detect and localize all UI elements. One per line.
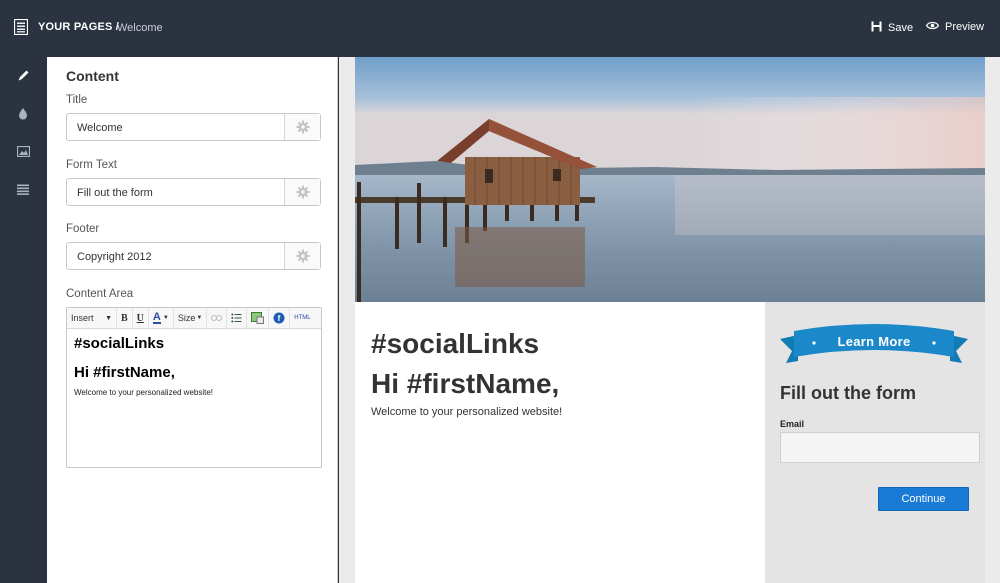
page-heading-greeting: Hi #firstName, [371,368,560,399]
breadcrumb-current: Welcome [117,22,163,34]
email-label: Email [780,419,805,429]
eye-icon [925,21,940,33]
facebook-icon[interactable]: f [269,307,291,329]
editor-content[interactable]: #socialLinks Hi #firstName, Welcome to y… [74,334,213,397]
content-panel: Content Title Welcome Form Text Fill out… [47,57,338,583]
floppy-icon [871,21,882,35]
font-color-button[interactable]: A ▼ [149,307,174,329]
form-text-value: Fill out the form [77,187,153,199]
bold-button[interactable]: B [117,307,133,329]
page-heading-social: #socialLinks [371,328,540,359]
save-label: Save [888,22,914,34]
title-label: Title [66,94,88,106]
form-text-field[interactable]: Fill out the form [66,178,321,206]
gear-icon[interactable] [284,179,320,205]
html-button[interactable]: HTML [290,308,314,329]
title-value: Welcome [77,122,123,134]
footer-label: Footer [66,223,100,235]
pencil-icon[interactable] [14,66,32,84]
bullet-list-icon[interactable] [227,307,248,329]
image-icon[interactable] [14,142,32,160]
content-area-label: Content Area [66,288,134,300]
caret-down-icon: ▼ [162,315,169,321]
size-label: Size [177,313,196,323]
list-icon[interactable] [14,180,32,198]
editor-line-social: #socialLinks [74,335,165,352]
sidebar-rail [0,57,47,583]
droplet-icon[interactable] [14,104,32,122]
insert-dropdown[interactable]: Insert ▼ [67,307,117,329]
gear-icon[interactable] [284,243,320,269]
underline-button[interactable]: U [133,307,149,329]
hero-image [355,57,985,302]
form-text-label: Form Text [66,159,117,171]
editor-line-welcome: Welcome to your personalized website! [74,388,214,397]
save-button[interactable]: Save [871,21,913,35]
preview-label: Preview [945,21,985,33]
page-preview: #socialLinks Hi #firstName, Welcome to y… [339,57,1000,583]
email-input[interactable] [780,432,980,463]
link-icon[interactable] [207,307,228,329]
form-title: Fill out the form [780,383,916,403]
page-body-text: Welcome to your personalized website! [371,406,563,418]
gear-icon[interactable] [284,114,320,140]
title-field[interactable]: Welcome [66,113,321,141]
page-main-content: #socialLinks Hi #firstName, Welcome to y… [355,302,765,583]
insert-image-icon[interactable] [247,307,270,329]
pages-icon[interactable] [13,18,29,36]
panel-heading: Content [66,68,119,84]
ribbon-label: Learn More [837,334,911,349]
caret-down-icon: ▼ [196,315,203,321]
font-color-label: A [152,311,161,324]
svg-text:f: f [278,314,281,323]
breadcrumb-root[interactable]: YOUR PAGES / [38,21,119,33]
footer-value: Copyright 2012 [77,251,152,263]
preview-button[interactable]: Preview [925,21,985,33]
caret-down-icon: ▼ [105,314,112,322]
size-dropdown[interactable]: Size ▼ [174,307,208,329]
rich-text-editor[interactable]: Insert ▼ B U A ▼ Size ▼ f HTML #socialLi… [66,307,322,468]
page-form-sidebar: Learn More Fill out the form Email Conti… [765,302,985,583]
learn-more-ribbon[interactable]: Learn More [780,319,968,374]
top-bar: YOUR PAGES / Welcome Save Preview [0,0,1000,57]
continue-button[interactable]: Continue [878,487,969,511]
editor-line-greeting: Hi #firstName, [74,364,175,381]
footer-field[interactable]: Copyright 2012 [66,242,321,270]
insert-label: Insert [71,313,94,323]
editor-toolbar: Insert ▼ B U A ▼ Size ▼ f HTML [67,307,321,329]
